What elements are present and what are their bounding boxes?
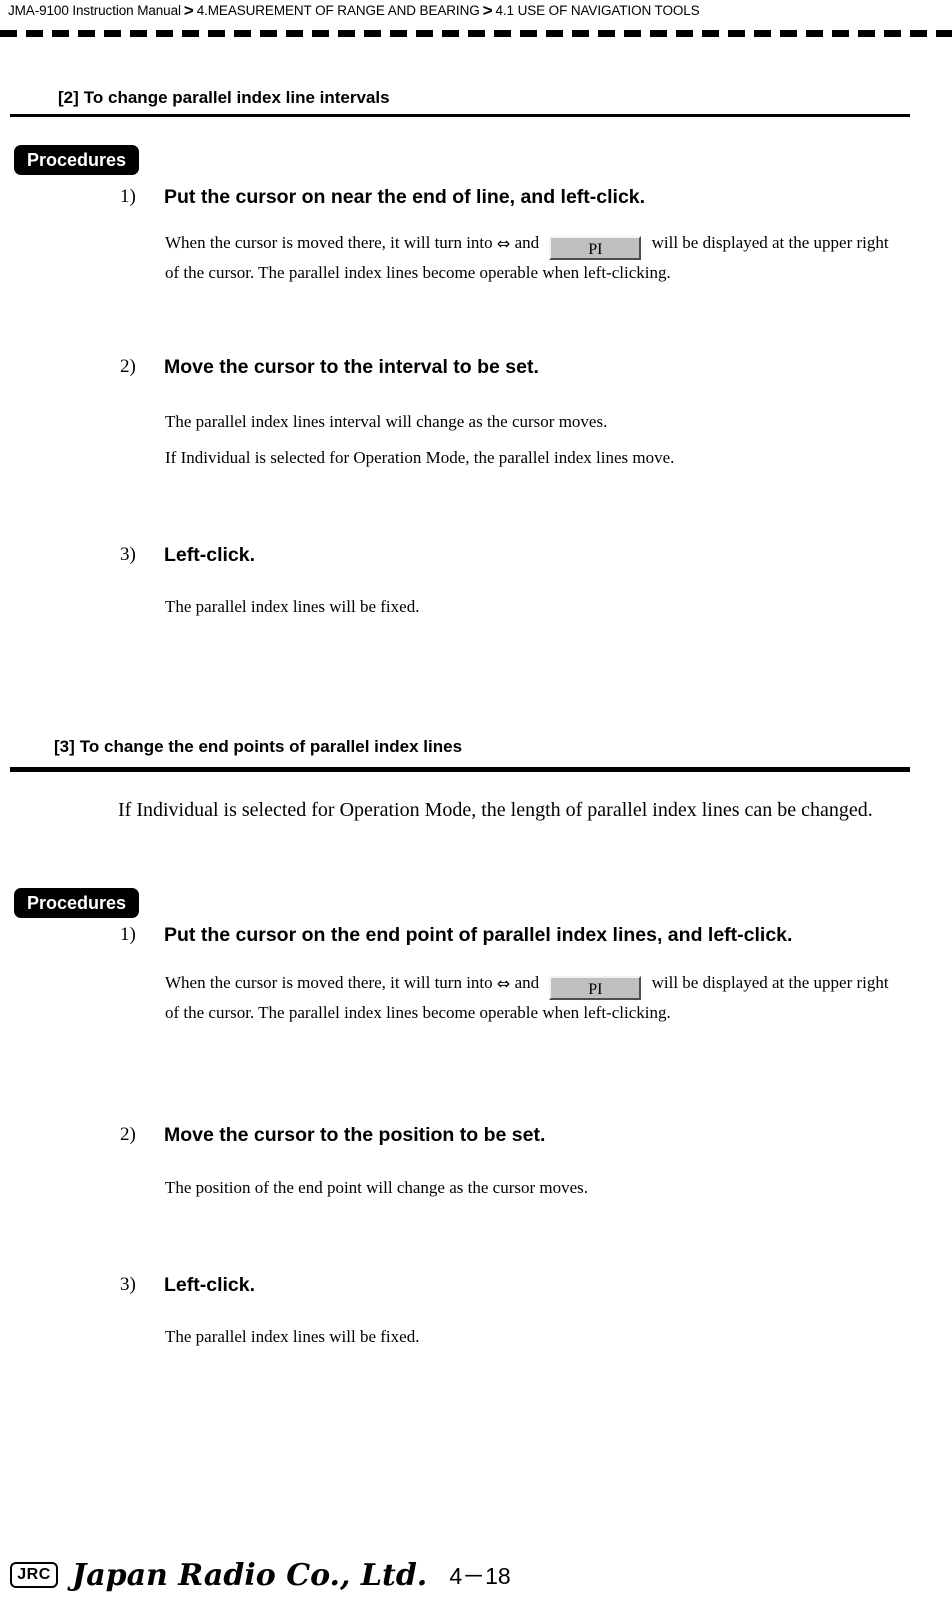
section-number-3: [3] bbox=[54, 737, 75, 756]
step-number: 3) bbox=[120, 544, 136, 565]
step-2-2-description-line-1: The parallel index lines interval will c… bbox=[165, 412, 608, 431]
breadcrumb-separator-2: > bbox=[482, 1, 493, 20]
breadcrumb-item-manual: JMA-9100 Instruction Manual bbox=[8, 3, 181, 18]
page-header: JMA-9100 Instruction Manual >4.MEASUREMEN… bbox=[0, 0, 952, 50]
section-heading-2: [2] To change parallel index line interva… bbox=[58, 88, 390, 108]
left-right-arrow-icon: ⇔ bbox=[496, 974, 511, 993]
procedures-badge-3: Procedures bbox=[14, 888, 140, 918]
section-title-2: To change parallel index line intervals bbox=[83, 88, 390, 107]
step-number: 3) bbox=[120, 1274, 136, 1295]
step-title: Move the cursor to the interval to be se… bbox=[164, 356, 539, 378]
page-footer: JRC Japan Radio Co., Ltd. 4－18 bbox=[0, 1556, 952, 1604]
step-2-3-description-line-1: The parallel index lines will be fixed. bbox=[165, 597, 420, 616]
step-title: Put the cursor on near the end of line, … bbox=[164, 186, 646, 208]
section-title-3: To change the end points of parallel ind… bbox=[79, 737, 463, 756]
left-right-arrow-icon: ⇔ bbox=[496, 234, 511, 253]
breadcrumb-separator-1: > bbox=[183, 1, 194, 20]
breadcrumb-item-subsection: 4.1 USE OF NAVIGATION TOOLS bbox=[495, 3, 700, 18]
breadcrumb-item-chapter: 4.MEASUREMENT OF RANGE AND BEARING bbox=[196, 3, 480, 18]
section-heading-3: [3] To change the end points of parallel … bbox=[54, 737, 462, 757]
step-title: Put the cursor on the end point of paral… bbox=[164, 924, 793, 946]
step-number: 1) bbox=[120, 186, 136, 207]
description-prefix: When the cursor is moved there, it will … bbox=[165, 233, 493, 252]
company-wordmark: Japan Radio Co., Ltd. bbox=[72, 1558, 428, 1593]
pi-button[interactable]: PI bbox=[549, 236, 642, 260]
breadcrumb: JMA-9100 Instruction Manual >4.MEASUREMEN… bbox=[8, 2, 700, 20]
step-3-1-description: When the cursor is moved there, it will … bbox=[165, 970, 905, 1025]
section-rule-3 bbox=[10, 767, 910, 772]
step-number: 1) bbox=[120, 924, 136, 945]
step-number: 2) bbox=[120, 1124, 136, 1145]
header-dashed-divider bbox=[0, 30, 952, 37]
section-3-intro: If Individual is selected for Operation … bbox=[118, 799, 873, 821]
step-title: Left-click. bbox=[164, 1274, 256, 1296]
page-number: 4－18 bbox=[449, 1563, 511, 1589]
procedures-badge-2: Procedures bbox=[14, 145, 140, 175]
step-3-3-description-line-1: The parallel index lines will be fixed. bbox=[165, 1327, 420, 1346]
step-2-1-description: When the cursor is moved there, it will … bbox=[165, 230, 905, 285]
step-2-2-description-line-2: If Individual is selected for Operation … bbox=[165, 448, 675, 467]
step-number: 2) bbox=[120, 356, 136, 377]
step-3-2-description-line-1: The position of the end point will chang… bbox=[165, 1178, 589, 1197]
section-rule-2 bbox=[10, 114, 910, 117]
step-title: Left-click. bbox=[164, 544, 256, 566]
section-number-2: [2] bbox=[58, 88, 79, 107]
description-mid: and bbox=[514, 973, 540, 992]
description-prefix: When the cursor is moved there, it will … bbox=[165, 973, 493, 992]
jrc-logo-icon: JRC bbox=[10, 1562, 58, 1588]
pi-button[interactable]: PI bbox=[549, 976, 642, 1000]
description-mid: and bbox=[514, 233, 540, 252]
step-title: Move the cursor to the position to be se… bbox=[164, 1124, 546, 1146]
